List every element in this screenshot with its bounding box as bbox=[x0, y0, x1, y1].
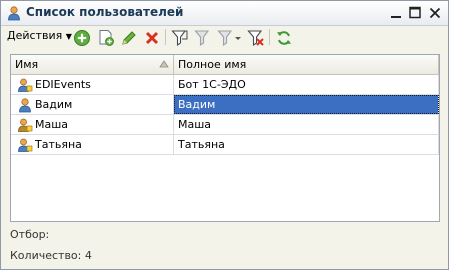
table-row[interactable]: Татьяна Татьяна bbox=[11, 135, 439, 155]
filter-label: Отбор: bbox=[10, 228, 50, 241]
actions-menu-button[interactable]: Действия ▼ bbox=[7, 29, 72, 49]
user-name: Вадим bbox=[35, 98, 73, 111]
delete-icon[interactable] bbox=[143, 28, 161, 48]
user-icon bbox=[18, 118, 33, 132]
chevron-down-icon: ▼ bbox=[65, 32, 72, 41]
maximize-icon[interactable] bbox=[406, 4, 424, 22]
minimize-icon[interactable] bbox=[387, 4, 405, 22]
column-header-label: Полное имя bbox=[178, 58, 247, 71]
cell-name: Вадим bbox=[11, 95, 174, 114]
table-row[interactable]: Маша Маша bbox=[11, 115, 439, 135]
sort-icon bbox=[159, 60, 169, 68]
actions-menu-label: Действия bbox=[7, 29, 63, 42]
clear-filter-icon[interactable] bbox=[247, 28, 265, 48]
column-header-label: Имя bbox=[15, 58, 39, 71]
refresh-icon[interactable] bbox=[275, 28, 293, 48]
close-icon[interactable] bbox=[426, 4, 444, 22]
cell-full-name: Вадим bbox=[174, 95, 439, 114]
filter-history-icon[interactable] bbox=[217, 28, 243, 48]
column-header-name[interactable]: Имя bbox=[11, 55, 174, 74]
cell-full-name: Бот 1С-ЭДО bbox=[174, 75, 439, 94]
user-name: Татьяна bbox=[35, 138, 82, 151]
user-name: Маша bbox=[35, 118, 69, 131]
table-header: Имя Полное имя bbox=[11, 55, 439, 75]
table-row[interactable]: Вадим Вадим bbox=[11, 95, 439, 115]
add-icon[interactable] bbox=[73, 28, 91, 48]
title-bar[interactable]: Список пользователей bbox=[1, 1, 448, 26]
user-name: EDIEvents bbox=[35, 78, 91, 91]
window-title: Список пользователей bbox=[26, 5, 184, 19]
toolbar: Действия ▼ bbox=[1, 25, 448, 49]
cell-full-name: Маша bbox=[174, 115, 439, 134]
column-header-full-name[interactable]: Полное имя bbox=[174, 55, 439, 74]
edit-icon[interactable] bbox=[120, 28, 138, 48]
cell-name: EDIEvents bbox=[11, 75, 174, 94]
filter-list-icon[interactable] bbox=[194, 28, 212, 48]
cell-name: Татьяна bbox=[11, 135, 174, 154]
cell-name: Маша bbox=[11, 115, 174, 134]
filter-icon[interactable] bbox=[171, 28, 189, 48]
user-icon bbox=[18, 138, 33, 152]
users-table[interactable]: Имя Полное имя EDIEvents Бот 1С-ЭДО Вади… bbox=[10, 54, 440, 222]
toolbar-separator bbox=[165, 29, 166, 45]
users-list-window: Список пользователей Действия ▼ Имя Полн… bbox=[0, 0, 449, 270]
cell-full-name: Татьяна bbox=[174, 135, 439, 154]
table-row[interactable]: EDIEvents Бот 1С-ЭДО bbox=[11, 75, 439, 95]
copy-icon[interactable] bbox=[97, 28, 115, 48]
user-icon bbox=[19, 98, 31, 113]
user-icon bbox=[18, 78, 33, 92]
user-icon bbox=[8, 6, 20, 21]
toolbar-separator bbox=[269, 29, 270, 45]
count-label: Количество: 4 bbox=[10, 249, 92, 262]
